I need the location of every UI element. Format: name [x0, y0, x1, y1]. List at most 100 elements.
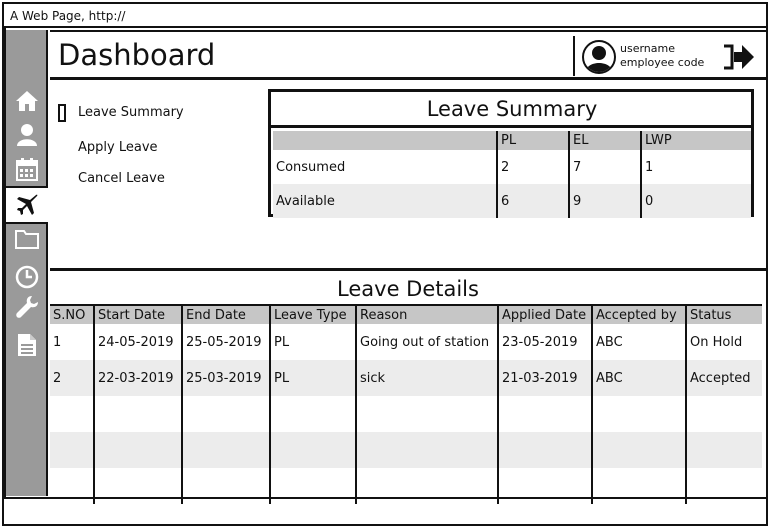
column-header-pl: PL [497, 131, 570, 150]
table-cell [686, 468, 762, 504]
table-cell [498, 396, 593, 432]
table-cell [50, 396, 95, 432]
table-cell [50, 432, 95, 468]
table-cell: sick [356, 360, 499, 396]
table-cell: 2 [497, 150, 570, 184]
table-cell: Going out of station [356, 324, 499, 360]
folder-icon [15, 230, 39, 249]
column-header-el: EL [569, 131, 642, 150]
nav-cancel-leave[interactable]: Cancel Leave [78, 171, 165, 186]
table-cell [94, 468, 183, 504]
table-cell [94, 432, 183, 468]
leave-summary-panel: Leave Summary PL EL LWP Consumed 2 7 1 A… [268, 89, 754, 218]
table-header-row: PL EL LWP [273, 131, 751, 150]
sidebar-item-calendar[interactable] [6, 154, 48, 184]
table-cell [356, 432, 499, 468]
table-cell [592, 432, 687, 468]
status-cell: Accepted [686, 360, 762, 396]
table-cell: 22-03-2019 [94, 360, 183, 396]
table-cell [686, 396, 762, 432]
logout-button[interactable] [722, 42, 756, 76]
column-header-accepted-by: Accepted by [592, 304, 687, 324]
table-cell [182, 396, 271, 432]
table-row: Available 6 9 0 [273, 184, 751, 218]
column-header-start-date: Start Date [94, 304, 183, 324]
sidebar-item-leave[interactable] [4, 186, 48, 224]
table-cell [270, 396, 357, 432]
leave-summary-table: PL EL LWP Consumed 2 7 1 Available 6 9 0 [273, 131, 751, 218]
row-label: Consumed [273, 150, 498, 184]
table-cell: PL [270, 324, 357, 360]
table-cell: 23-05-2019 [498, 324, 593, 360]
status-cell: On Hold [690, 334, 743, 350]
user-info: username employee code [620, 42, 704, 70]
table-cell: 1 [50, 324, 95, 360]
table-cell: 21-03-2019 [498, 360, 593, 396]
column-header-status: Status [686, 304, 762, 324]
employee-code-label: employee code [620, 56, 705, 69]
leave-details-section: Leave Details S.NO Start Date End Date L… [50, 268, 766, 504]
table-cell: 0 [641, 184, 751, 218]
table-header-row: S.NO Start Date End Date Leave Type Reas… [50, 304, 762, 324]
user-icon [17, 124, 37, 146]
sidebar-item-profile[interactable] [6, 120, 48, 150]
table-cell [356, 468, 499, 504]
table-row[interactable]: 2 22-03-2019 25-03-2019 PL sick 21-03-20… [50, 360, 762, 396]
sidebar-item-reports[interactable] [6, 330, 48, 360]
table-cell [270, 468, 357, 504]
header-divider [573, 36, 575, 76]
table-cell [182, 468, 271, 504]
page-title: Dashboard [58, 38, 216, 72]
table-cell [592, 468, 687, 504]
clock-icon [15, 265, 39, 289]
browser-title: A Web Page, http:// [10, 9, 126, 23]
table-cell: 9 [569, 184, 642, 218]
column-header-end-date: End Date [182, 304, 271, 324]
table-cell [498, 468, 593, 504]
wrench-icon [16, 296, 38, 318]
table-row[interactable]: 1 24-05-2019 25-05-2019 PL Going out of … [50, 324, 762, 360]
logout-icon [724, 44, 754, 70]
column-header-applied-date: Applied Date [498, 304, 593, 324]
airplane-icon [17, 194, 38, 215]
sidebar-item-history[interactable] [6, 262, 48, 292]
selected-marker [58, 104, 66, 122]
sidebar-item-home[interactable] [6, 86, 48, 116]
table-cell: 7 [569, 150, 642, 184]
table-cell: ABC [592, 324, 687, 360]
calendar-icon [16, 158, 38, 181]
page-header: Dashboard username employee code [50, 30, 766, 80]
table-cell [50, 468, 95, 504]
table-cell: 25-05-2019 [182, 324, 271, 360]
table-cell: 25-03-2019 [182, 360, 271, 396]
leave-details-title: Leave Details [337, 277, 479, 301]
table-cell [356, 396, 499, 432]
column-header-leave-type: Leave Type [270, 304, 357, 324]
table-cell: PL [270, 360, 357, 396]
column-header-reason: Reason [356, 304, 499, 324]
home-icon [16, 91, 38, 111]
table-row: Consumed 2 7 1 [273, 150, 751, 184]
sidebar [4, 30, 48, 496]
leave-details-table: S.NO Start Date End Date Leave Type Reas… [50, 304, 762, 504]
nav-apply-leave[interactable]: Apply Leave [78, 140, 158, 155]
table-cell [182, 432, 271, 468]
sidebar-item-settings[interactable] [6, 292, 48, 322]
table-cell [94, 396, 183, 432]
browser-title-bar: A Web Page, http:// [4, 4, 766, 28]
sidebar-item-files[interactable] [6, 224, 48, 254]
column-header-sno: S.NO [50, 304, 95, 324]
table-cell: 1 [645, 159, 654, 175]
leave-summary-title: Leave Summary [271, 92, 753, 128]
document-icon [18, 334, 36, 356]
user-avatar-icon [586, 46, 612, 72]
avatar[interactable] [582, 40, 616, 74]
table-cell: 24-05-2019 [94, 324, 183, 360]
table-cell [592, 396, 687, 432]
table-row [50, 432, 762, 468]
table-cell: ABC [592, 360, 687, 396]
column-header-lwp: LWP [641, 131, 751, 150]
table-cell [270, 432, 357, 468]
table-row [50, 396, 762, 432]
nav-leave-summary[interactable]: Leave Summary [78, 105, 184, 120]
